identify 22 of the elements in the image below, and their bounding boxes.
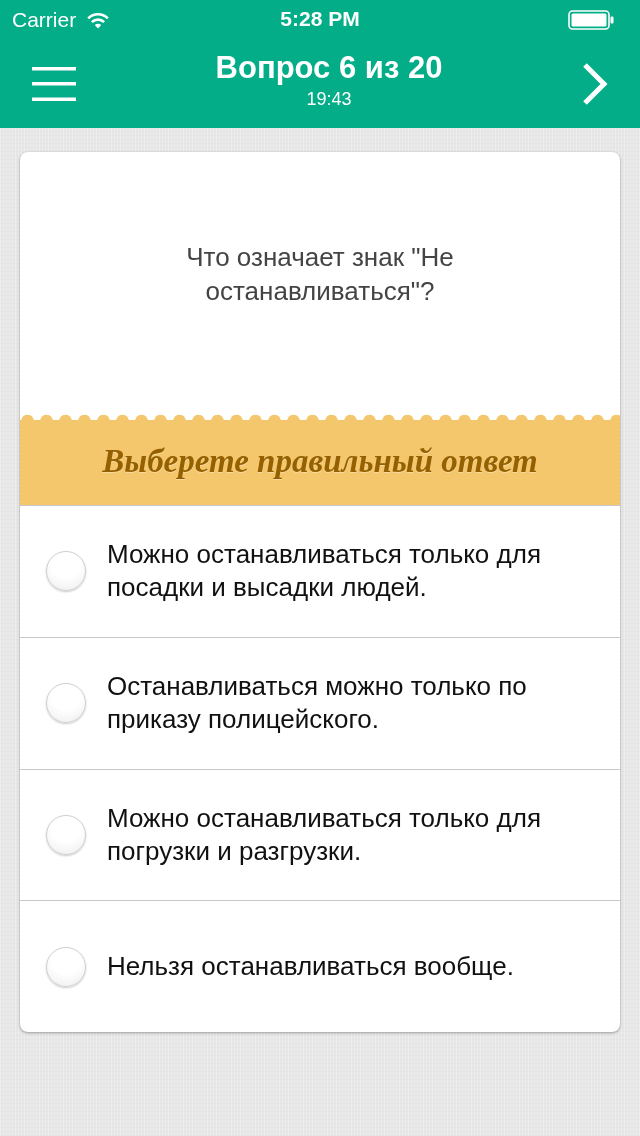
status-time: 5:28 PM <box>280 7 360 31</box>
answer-text: Нельзя останавливаться вообще. <box>107 950 514 984</box>
answer-text: Можно останавливаться только для посадки и высадки людей. <box>107 538 542 605</box>
instruction-text: Выберете правильный ответ <box>102 443 538 480</box>
battery-icon <box>568 10 614 30</box>
question-text: Что означает знак "Не останавливаться"? <box>185 241 455 308</box>
question-counter-title: Вопрос 6 из 20 <box>215 50 443 86</box>
carrier-label: Carrier <box>12 8 77 32</box>
answer-option[interactable]: Можно останавливаться только для посадки и высадки людей. <box>20 505 620 637</box>
radio-button-icon[interactable] <box>46 814 86 855</box>
answer-text: Можно останавливаться только для погрузки и разгрузки. <box>107 801 542 868</box>
timer-label: 19:43 <box>306 88 352 110</box>
answer-text: Останавливаться можно только по приказу полицейского. <box>107 670 528 737</box>
answer-option[interactable]: Останавливаться можно только по приказу полицейского. <box>20 636 620 769</box>
radio-button-icon[interactable] <box>46 946 86 987</box>
radio-button-icon[interactable] <box>46 683 86 724</box>
radio-button-icon[interactable] <box>46 551 86 592</box>
answer-option[interactable]: Нельзя останавливаться вообще. <box>20 900 620 1032</box>
menu-icon[interactable] <box>32 67 76 101</box>
next-chevron-icon[interactable] <box>582 62 608 106</box>
wifi-icon <box>86 11 111 29</box>
answer-option[interactable]: Можно останавливаться только для погрузки и разгрузки. <box>20 768 620 901</box>
